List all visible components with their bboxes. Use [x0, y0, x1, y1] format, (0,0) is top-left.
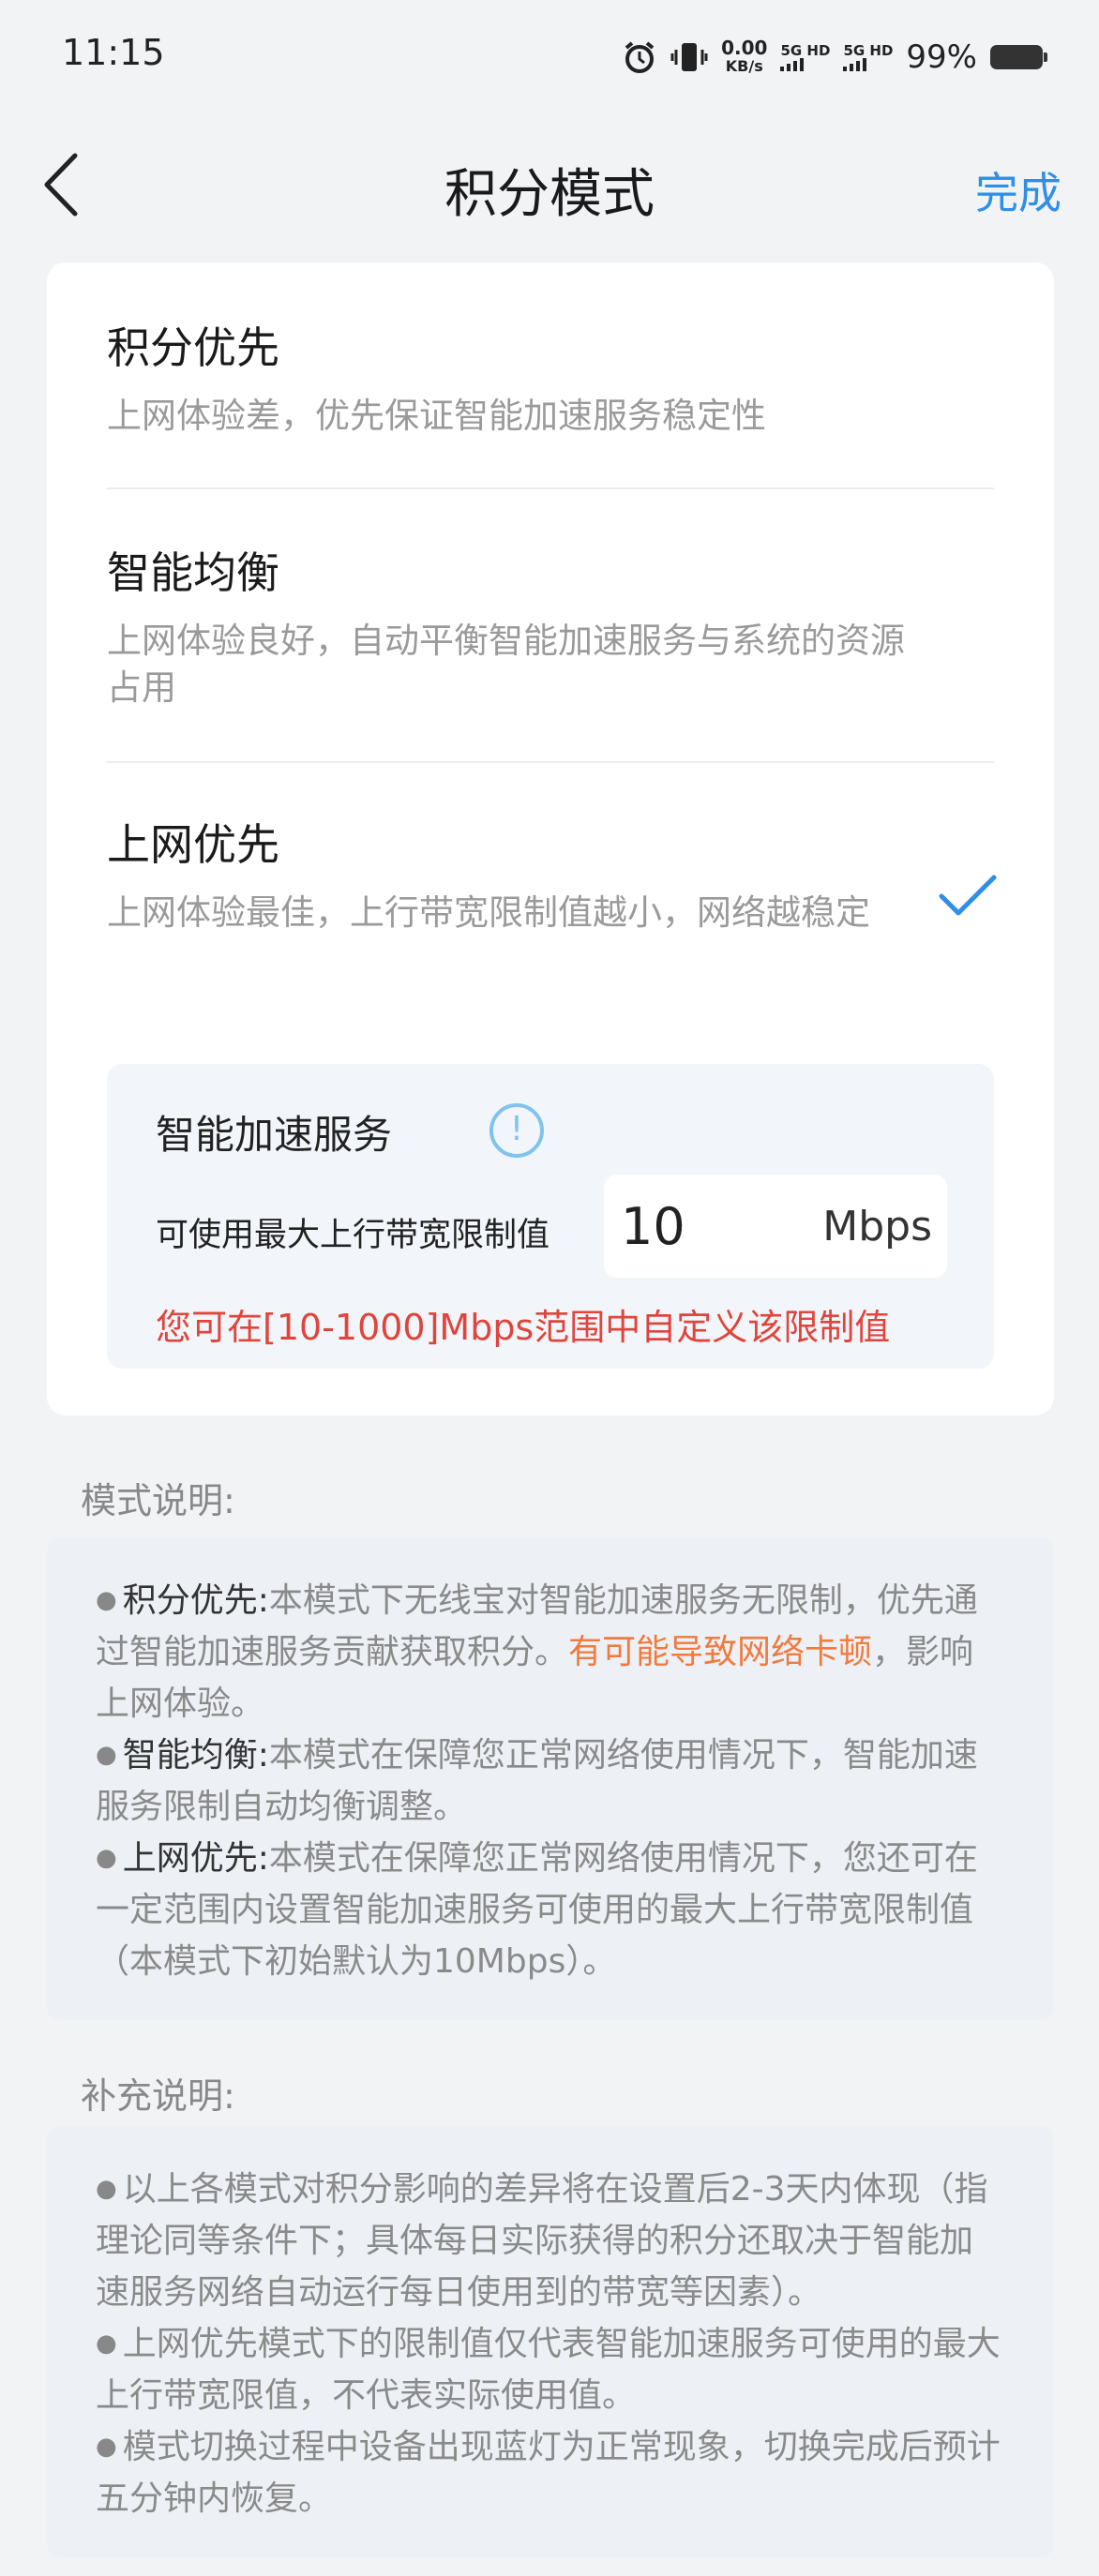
mode-options-card: 积分优先 上网体验差，优先保证智能加速服务稳定性 智能均衡 上网体验良好，自动平… [47, 262, 1054, 1415]
mode-notes-box: ● 积分优先:本模式下无线宝对智能加速服务无限制，优先通过智能加速服务贡献获取积分… [47, 1537, 1054, 2020]
sim2-signal: 5G HD [843, 43, 893, 71]
signal-bars-icon [780, 58, 805, 71]
page-title: 积分模式 [444, 164, 655, 225]
divider [107, 761, 994, 763]
option-smart-balance[interactable]: 智能均衡 上网体验良好，自动平衡智能加速服务与系统的资源占用 [107, 539, 994, 711]
extra-notes-label: 补充说明: [81, 2075, 235, 2117]
note-item: ● 上网优先:本模式在保障您正常网络使用情况下，您还可在一定范围内设置智能加速服务… [96, 1839, 978, 1981]
battery-icon [990, 45, 1047, 69]
option-desc: 上网体验良好，自动平衡智能加速服务与系统的资源占用 [107, 621, 905, 708]
limit-label: 可使用最大上行带宽限制值 [156, 1217, 550, 1254]
acceleration-service-panel: 智能加速服务 ! 可使用最大上行带宽限制值 10 Mbps 您可在[10-100… [107, 1064, 994, 1369]
signal-bars-icon [843, 58, 867, 71]
note-item: ● 模式切换过程中设备出现蓝灯为正常现象，切换完成后预计五分钟内恢复。 [96, 2428, 1001, 2518]
limit-value: 10 [621, 1197, 685, 1256]
limit-unit: Mbps [822, 1203, 932, 1251]
service-title: 智能加速服务 [156, 1112, 393, 1158]
network-speed: 0.00 KB/s [721, 37, 768, 75]
divider [107, 487, 994, 489]
option-internet-first[interactable]: 上网优先 上网体验最佳，上行带宽限制值越小，网络越稳定 [107, 811, 994, 936]
done-button[interactable]: 完成 [975, 159, 1061, 221]
sim1-signal: 5G HD [780, 43, 830, 71]
status-time: 11:15 [62, 32, 165, 73]
note-item: ● 积分优先:本模式下无线宝对智能加速服务无限制，优先通过智能加速服务贡献获取积分… [96, 1581, 978, 1723]
status-bar: 11:15 0.00 KB/s 5G HD 5G HD 99% [0, 0, 1099, 112]
note-item: ● 上网优先模式下的限制值仅代表智能加速服务可使用的最大上行带宽限值，不代表实际使… [96, 2325, 1001, 2415]
option-points-first[interactable]: 积分优先 上网体验差，优先保证智能加速服务稳定性 [107, 314, 994, 440]
alarm-icon [625, 41, 655, 73]
option-desc: 上网体验差，优先保证智能加速服务稳定性 [107, 396, 766, 436]
option-desc: 上网体验最佳，上行带宽限制值越小，网络越稳定 [107, 892, 870, 933]
bandwidth-limit-input[interactable]: 10 Mbps [604, 1175, 947, 1278]
option-title: 积分优先 [107, 322, 279, 373]
vibrate-icon [670, 43, 708, 71]
option-title: 上网优先 [107, 819, 279, 870]
option-title: 智能均衡 [107, 547, 279, 598]
nav-bar: 积分模式 完成 [0, 131, 1099, 234]
note-item: ● 智能均衡:本模式在保障您正常网络使用情况下，智能加速服务限制自动均衡调整。 [96, 1736, 978, 1826]
note-item: ● 以上各模式对积分影响的差异将在设置后2-3天内体现（指理论同等条件下；具体每日… [96, 2170, 988, 2312]
limit-hint: 您可在[10-1000]Mbps范围中自定义该限制值 [156, 1307, 891, 1348]
info-icon[interactable]: ! [489, 1103, 544, 1158]
mode-notes-label: 模式说明: [81, 1480, 235, 1521]
battery-percent: 99% [906, 38, 977, 76]
extra-notes-box: ● 以上各模式对积分影响的差异将在设置后2-3天内体现（指理论同等条件下；具体每日… [47, 2126, 1054, 2557]
status-icons: 0.00 KB/s 5G HD 5G HD 99% [622, 34, 1047, 81]
checkmark-icon [939, 875, 997, 916]
